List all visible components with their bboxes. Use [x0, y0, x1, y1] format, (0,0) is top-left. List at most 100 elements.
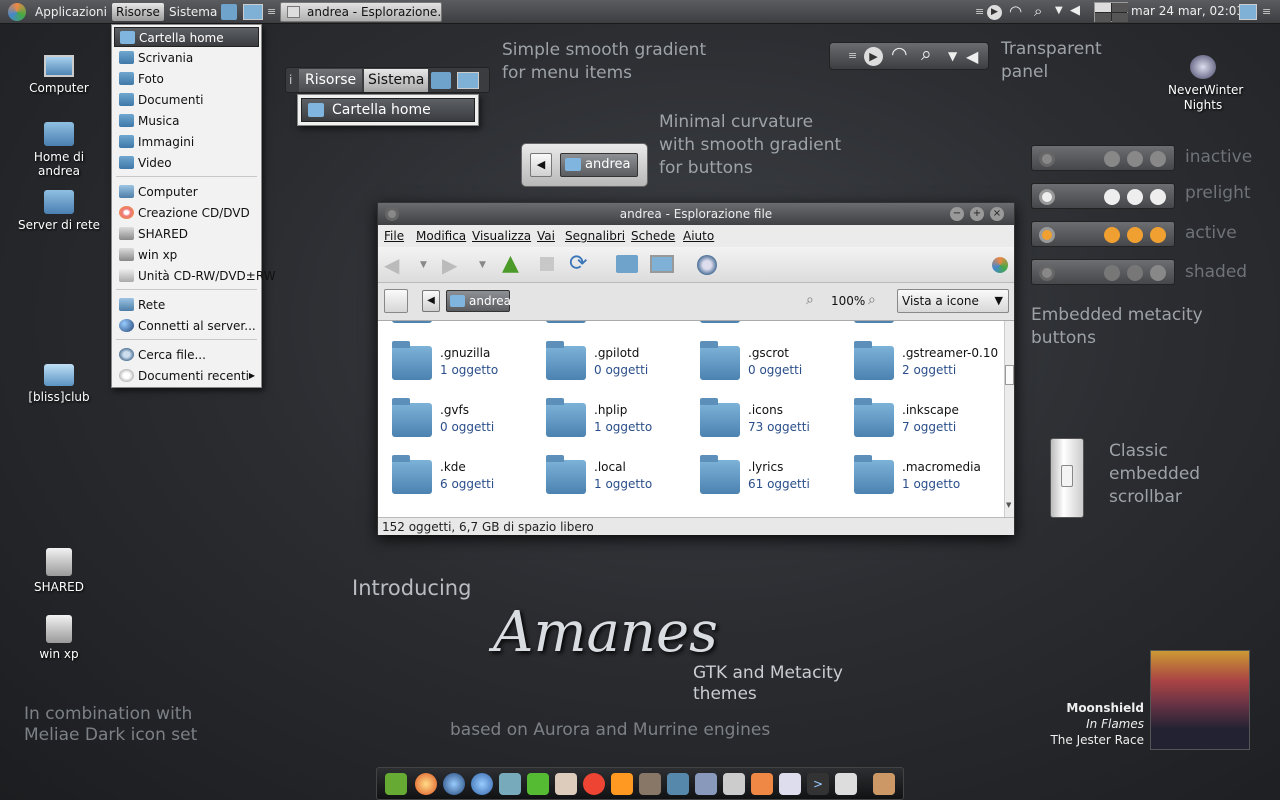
edit-location-button[interactable]	[384, 289, 408, 313]
wifi-icon[interactable]: ◠	[1009, 2, 1022, 20]
menu-item-foto[interactable]: Foto	[114, 69, 259, 89]
file-item[interactable]: 36 oggetti	[378, 321, 532, 333]
demo-menu-item-cartella-home[interactable]: Cartella home	[301, 98, 475, 122]
menu-item-documenti[interactable]: Documenti	[114, 90, 259, 110]
demo-menu-risorse[interactable]: Risorse	[299, 69, 363, 92]
demo-path-button[interactable]: andrea	[560, 153, 638, 177]
file-item[interactable]: .inkscape 7 oggetti	[840, 397, 994, 447]
workspace-1[interactable]	[1095, 3, 1111, 12]
menu-item-immagini[interactable]: Immagini	[114, 132, 259, 152]
panel-handle-icon[interactable]: ≡	[267, 5, 276, 18]
image-viewer-icon[interactable]	[499, 773, 521, 795]
window-menu-icon[interactable]	[385, 207, 399, 221]
album-cover[interactable]	[1150, 650, 1250, 750]
palette-icon[interactable]	[751, 773, 773, 795]
computer-icon[interactable]	[650, 255, 674, 273]
scrollbar-thumb[interactable]	[1005, 365, 1014, 385]
back-dropdown-icon[interactable]: ▼	[420, 260, 427, 270]
file-item[interactable]: 39 oggetti	[532, 321, 686, 333]
menu-item-unita-cd[interactable]: Unità CD-RW/DVD±RW	[114, 266, 276, 286]
panel-handle-end-icon[interactable]: ≡	[1262, 5, 1271, 18]
desktop-icon-home[interactable]: Home di andrea	[14, 122, 104, 178]
desktop-icon-blissclub[interactable]: [bliss]club	[14, 364, 104, 404]
menu-sistema[interactable]: Sistema	[165, 3, 221, 21]
zoom-in-icon[interactable]: ⌕	[868, 292, 876, 308]
distro-logo-icon[interactable]	[8, 3, 26, 21]
menu-modifica[interactable]: Modifica	[416, 229, 466, 243]
file-item[interactable]: .gvfs 0 oggetti	[378, 397, 532, 447]
demo-menu-sistema[interactable]: Sistema	[364, 69, 429, 92]
volume-icon[interactable]: ◀	[1070, 3, 1080, 18]
minimize-button[interactable]: −	[950, 207, 964, 221]
search-icon[interactable]: ⌕	[1034, 2, 1042, 20]
file-item[interactable]: .gstreamer-0.10 2 oggetti	[840, 340, 998, 390]
workspace-3[interactable]	[1095, 13, 1111, 22]
reload-icon[interactable]: ⟳	[569, 251, 587, 277]
menu-item-rete[interactable]: Rete	[114, 295, 259, 315]
menu-item-scrivania[interactable]: Scrivania	[114, 48, 259, 68]
trash-icon[interactable]	[873, 773, 895, 795]
forward-dropdown-icon[interactable]: ▼	[479, 260, 486, 270]
menu-segnalibri[interactable]: Segnalibri	[565, 229, 625, 243]
menu-item-win-xp[interactable]: win xp	[114, 245, 259, 265]
desktop-icon-neverwinter[interactable]: NeverWinter Nights	[1158, 55, 1248, 113]
file-item[interactable]: .local 1 oggetto	[532, 454, 686, 504]
forward-icon[interactable]: ▶	[442, 255, 457, 275]
media-player-icon[interactable]	[583, 773, 605, 795]
menu-aiuto[interactable]: Aiuto	[683, 229, 714, 243]
path-back-button[interactable]: ◀	[422, 290, 440, 312]
maximize-button[interactable]: +	[970, 207, 984, 221]
back-arrow-button[interactable]: ◀	[530, 153, 552, 177]
photo-icon[interactable]	[639, 773, 661, 795]
home-icon[interactable]	[616, 255, 638, 273]
presentation-icon[interactable]	[723, 773, 745, 795]
menu-visualizza[interactable]: Visualizza	[472, 229, 531, 243]
desktop-icon-win-xp[interactable]: win xp	[14, 615, 104, 661]
inkscape-icon[interactable]	[695, 773, 717, 795]
up-arrow-icon[interactable]: ▲	[502, 253, 519, 275]
back-icon[interactable]: ◀	[384, 255, 399, 275]
path-button-andrea[interactable]: andrea	[446, 290, 511, 312]
vlc-icon[interactable]	[611, 773, 633, 795]
file-item[interactable]: .kde 6 oggetti	[378, 454, 532, 504]
workspace-switcher[interactable]	[1094, 2, 1128, 22]
menu-applicazioni[interactable]: Applicazioni	[31, 3, 111, 21]
file-manager-icon[interactable]	[835, 773, 857, 795]
menu-risorse[interactable]: Risorse	[112, 3, 164, 21]
zoom-out-icon[interactable]: ⌕	[806, 292, 814, 308]
terminal-icon[interactable]: >	[807, 773, 829, 795]
menu-item-cerca[interactable]: Cerca file...	[114, 345, 259, 365]
menu-item-connetti[interactable]: Connetti al server...	[114, 316, 259, 336]
taskbar-window-button[interactable]: andrea - Esplorazione...	[280, 2, 442, 22]
desktop-launcher-icon[interactable]	[243, 4, 263, 20]
file-item[interactable]: .gnuzilla 1 oggetto	[378, 340, 532, 390]
workspace-2[interactable]	[1112, 3, 1128, 12]
menu-item-shared[interactable]: SHARED	[114, 224, 259, 244]
menu-item-musica[interactable]: Musica	[114, 111, 259, 131]
stop-icon[interactable]	[540, 257, 554, 271]
menu-item-creazione-cd[interactable]: Creazione CD/DVD	[114, 203, 259, 223]
file-item[interactable]: private0 oggetti	[686, 321, 840, 333]
dropdown-arrow-icon[interactable]: ▼	[1055, 5, 1063, 16]
mail-icon[interactable]	[779, 773, 801, 795]
firefox-icon[interactable]	[415, 773, 437, 795]
file-item[interactable]: .gpilotd 0 oggetti	[532, 340, 686, 390]
menu-item-cartella-home[interactable]: Cartella home	[114, 27, 259, 47]
scroll-down-arrow-icon[interactable]: ▼	[1006, 501, 1011, 509]
file-item[interactable]: .lyrics 61 oggetti	[686, 454, 840, 504]
file-item[interactable]: .macromedia 1 oggetto	[840, 454, 994, 504]
search-icon[interactable]	[697, 255, 717, 275]
file-view-scrollbar[interactable]: ▼	[1004, 321, 1014, 517]
window-titlebar[interactable]: andrea - Esplorazione file − + ×	[378, 203, 1014, 225]
desktop-icon-network[interactable]: Server di rete	[14, 190, 104, 232]
menu-item-video[interactable]: Video	[114, 153, 259, 173]
system-settings-icon[interactable]	[385, 773, 407, 795]
file-item[interactable]: .icons 73 oggetti	[686, 397, 840, 447]
file-item[interactable]: 4 oggetti	[840, 321, 994, 333]
show-desktop-icon[interactable]	[1239, 4, 1257, 20]
panel-handle-right-icon[interactable]: ≡	[975, 5, 984, 18]
media-play-icon[interactable]: ▶	[987, 5, 1002, 20]
scrollbar-thumb[interactable]	[1061, 465, 1073, 487]
menu-item-computer[interactable]: Computer	[114, 182, 259, 202]
menu-file[interactable]: File	[384, 229, 404, 243]
